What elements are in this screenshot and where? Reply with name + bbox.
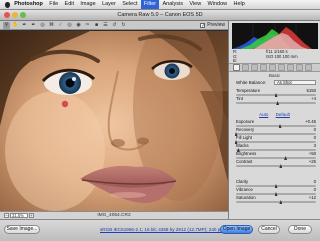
auto-link[interactable]: Auto [259, 112, 268, 117]
tab-snapshots[interactable] [305, 64, 312, 71]
slider-track[interactable] [236, 165, 316, 167]
menu-view[interactable]: View [186, 0, 204, 9]
save-image-button[interactable]: Save Image... [4, 225, 40, 234]
window-title: Camera Raw 5.0 – Canon EOS 5D [117, 12, 203, 18]
slider-value[interactable]: 0 [314, 187, 316, 192]
auto-default-links: Auto Default [229, 112, 320, 117]
slider-label: Fill Light [236, 135, 253, 140]
white-balance-row: White Balance: As Shot [232, 80, 318, 86]
slider-label: Contrast [236, 159, 253, 164]
slider-label: Exposure [236, 119, 255, 124]
color-sampler-tool-icon[interactable]: ✒ [30, 22, 37, 29]
portrait-photo [0, 31, 228, 211]
preferences-icon[interactable]: ☰ [102, 22, 109, 29]
slider-value[interactable]: +0.45 [305, 119, 316, 124]
menu-layer[interactable]: Layer [99, 0, 119, 9]
image-preview[interactable] [0, 31, 228, 211]
slider-tint[interactable]: Tint +4 [236, 96, 316, 106]
slider-value[interactable]: +25 [309, 159, 316, 164]
slider-value[interactable]: +50 [309, 151, 316, 156]
tab-presets[interactable] [296, 64, 303, 71]
target-adjust-tool-icon[interactable]: ◎ [39, 22, 46, 29]
crop-tool-icon[interactable]: ⌘ [48, 22, 55, 29]
slider-label: Blacks [236, 143, 249, 148]
menu-select[interactable]: Select [119, 0, 141, 9]
straighten-tool-icon[interactable]: ∕ [57, 22, 64, 29]
menu-edit[interactable]: Edit [61, 0, 77, 9]
white-balance-select[interactable]: As Shot [274, 80, 316, 85]
tab-tone-curve[interactable] [242, 64, 249, 71]
slider-label: Tint [236, 96, 244, 101]
tool-bar: ⚲ ✋ ✒ ✒ ◎ ⌘ ∕ ◎ ◉ ✑ ■ ☰ ↺ ↻ ✓ Preview [0, 21, 228, 30]
graduated-filter-tool-icon[interactable]: ■ [93, 22, 100, 29]
adjustment-brush-tool-icon[interactable]: ✑ [84, 22, 91, 29]
menu-analysis[interactable]: Analysis [159, 0, 186, 9]
menu-app-photoshop[interactable]: Photoshop [11, 0, 46, 9]
menu-image[interactable]: Image [77, 0, 99, 9]
tab-hsl[interactable] [260, 64, 267, 71]
slider-label: Temperature [236, 88, 261, 93]
slider-value[interactable]: 0 [314, 127, 316, 132]
workflow-options-link[interactable]: sRGB IEC61966-2.1; 16 bit; 4368 by 2912 … [100, 227, 224, 233]
slider-label: Recovery [236, 127, 255, 132]
menu-filter[interactable]: Filter [140, 0, 160, 9]
tab-split-toning[interactable] [269, 64, 276, 71]
section-title-basic: Basic [268, 73, 280, 78]
open-image-button[interactable]: Open Image [220, 225, 253, 234]
slider-label: Vibrance [236, 187, 253, 192]
preview-label: Preview [207, 22, 225, 28]
red-eye-tool-icon[interactable]: ◉ [75, 22, 82, 29]
done-button[interactable]: Done [288, 225, 312, 234]
eyedropper-tool-icon[interactable]: ✒ [21, 22, 28, 29]
slider-value[interactable]: 0 [314, 135, 316, 140]
tab-basic[interactable] [233, 64, 240, 71]
slider-value[interactable]: +4 [311, 96, 316, 101]
slider-label: Clarity [236, 179, 249, 184]
slider-label: Brightness [236, 151, 257, 156]
tab-detail[interactable] [251, 64, 258, 71]
slider-track[interactable] [236, 201, 316, 203]
histogram [232, 23, 318, 49]
slider-value[interactable]: 5150 [306, 88, 316, 93]
slider-label: Saturation [236, 195, 256, 200]
tab-camera-calibration[interactable] [287, 64, 294, 71]
panel-tabs [229, 63, 320, 72]
slider-value[interactable]: +12 [309, 195, 316, 200]
white-balance-label: White Balance: [236, 80, 267, 85]
window-titlebar: Camera Raw 5.0 – Canon EOS 5D [0, 10, 320, 21]
slider-saturation[interactable]: Saturation +12 [236, 195, 316, 205]
hand-tool-icon[interactable]: ✋ [12, 22, 19, 29]
preview-checkbox[interactable]: ✓ [200, 22, 205, 28]
menu-help[interactable]: Help [230, 0, 248, 9]
menu-window[interactable]: Window [204, 0, 230, 9]
cancel-button[interactable]: Cancel [258, 225, 280, 234]
slider-value[interactable]: 0 [314, 179, 316, 184]
tab-lens-corrections[interactable] [278, 64, 285, 71]
slider-value[interactable]: 3 [314, 143, 316, 148]
default-link[interactable]: Default [276, 112, 290, 117]
slider-contrast[interactable]: Contrast +25 [236, 159, 316, 169]
menu-bar: Photoshop File Edit Image Layer Select F… [0, 0, 320, 10]
zoom-tool-icon[interactable]: ⚲ [3, 21, 10, 29]
histogram-graph [232, 23, 312, 49]
info-readout: R: G: B: f/11 1/160 s ISO 100 100 mm [232, 49, 318, 63]
preview-toggle[interactable]: ✓ Preview [200, 22, 225, 28]
spot-removal-tool-icon[interactable]: ◎ [66, 22, 73, 29]
rotate-right-icon[interactable]: ↻ [120, 22, 127, 29]
iso-focal-readout: ISO 100 100 mm [266, 53, 298, 59]
apple-menu-icon[interactable] [3, 0, 11, 9]
rotate-left-icon[interactable]: ↺ [111, 22, 118, 29]
adjustments-panel: R: G: B: f/11 1/160 s ISO 100 100 mm Bas… [228, 21, 320, 219]
menu-file[interactable]: File [46, 0, 61, 9]
bottom-bar: Save Image... sRGB IEC61966-2.1; 16 bit;… [0, 219, 320, 241]
slider-track[interactable] [236, 102, 316, 104]
